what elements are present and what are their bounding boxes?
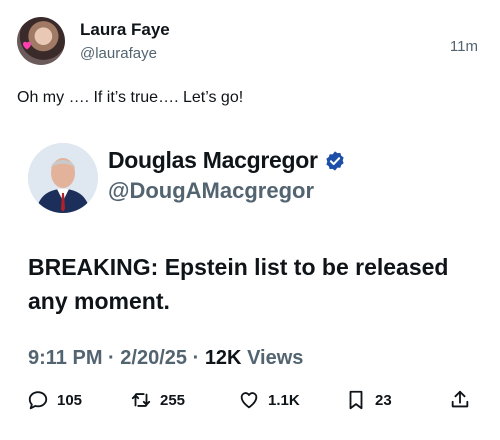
separator: · <box>192 347 200 369</box>
post-metadata: 9:11 PM · 2/20/25 · 12K Views <box>28 347 303 370</box>
profile-photo-icon <box>28 143 98 213</box>
post-timestamp[interactable]: 11m <box>450 38 478 55</box>
retweet-count: 255 <box>160 391 186 409</box>
verified-badge-icon <box>325 150 344 171</box>
reply-button[interactable]: 105 <box>27 389 82 411</box>
retweet-button[interactable]: 255 <box>130 389 185 411</box>
share-button[interactable] <box>449 389 471 411</box>
quoted-author-handle[interactable]: @DougAMacgregor <box>108 178 314 204</box>
share-icon <box>451 390 469 408</box>
quoted-author-name[interactable]: Douglas Macgregor <box>108 147 318 174</box>
bookmark-count: 23 <box>375 391 392 409</box>
separator: · <box>108 347 115 369</box>
heart-icon <box>23 41 31 50</box>
author-handle[interactable]: @laurafaye <box>80 45 157 62</box>
post-time[interactable]: 9:11 PM <box>28 347 102 369</box>
reply-count: 105 <box>57 391 83 409</box>
bookmark-button[interactable]: 23 <box>345 389 392 411</box>
like-count: 1.1K <box>268 391 300 409</box>
views-label: Views <box>247 347 304 369</box>
post-date[interactable]: 2/20/25 <box>120 347 187 369</box>
author-name[interactable]: Laura Faye <box>80 20 170 40</box>
author-avatar[interactable] <box>17 17 65 65</box>
retweet-icon <box>131 393 151 407</box>
quoted-author-avatar[interactable] <box>28 143 98 213</box>
quoted-author-row[interactable]: Douglas Macgregor <box>108 147 346 174</box>
quoted-post-text: BREAKING: Epstein list to be released an… <box>28 254 449 314</box>
action-bar: 105 255 1.1K 23 <box>0 389 500 419</box>
post-text: Oh my …. If it’s true…. Let’s go! <box>17 89 244 106</box>
reply-icon <box>28 391 48 410</box>
bookmark-icon <box>349 390 363 410</box>
like-button[interactable]: 1.1K <box>238 389 300 411</box>
views-count: 12K <box>204 347 242 369</box>
heart-icon <box>240 392 258 409</box>
